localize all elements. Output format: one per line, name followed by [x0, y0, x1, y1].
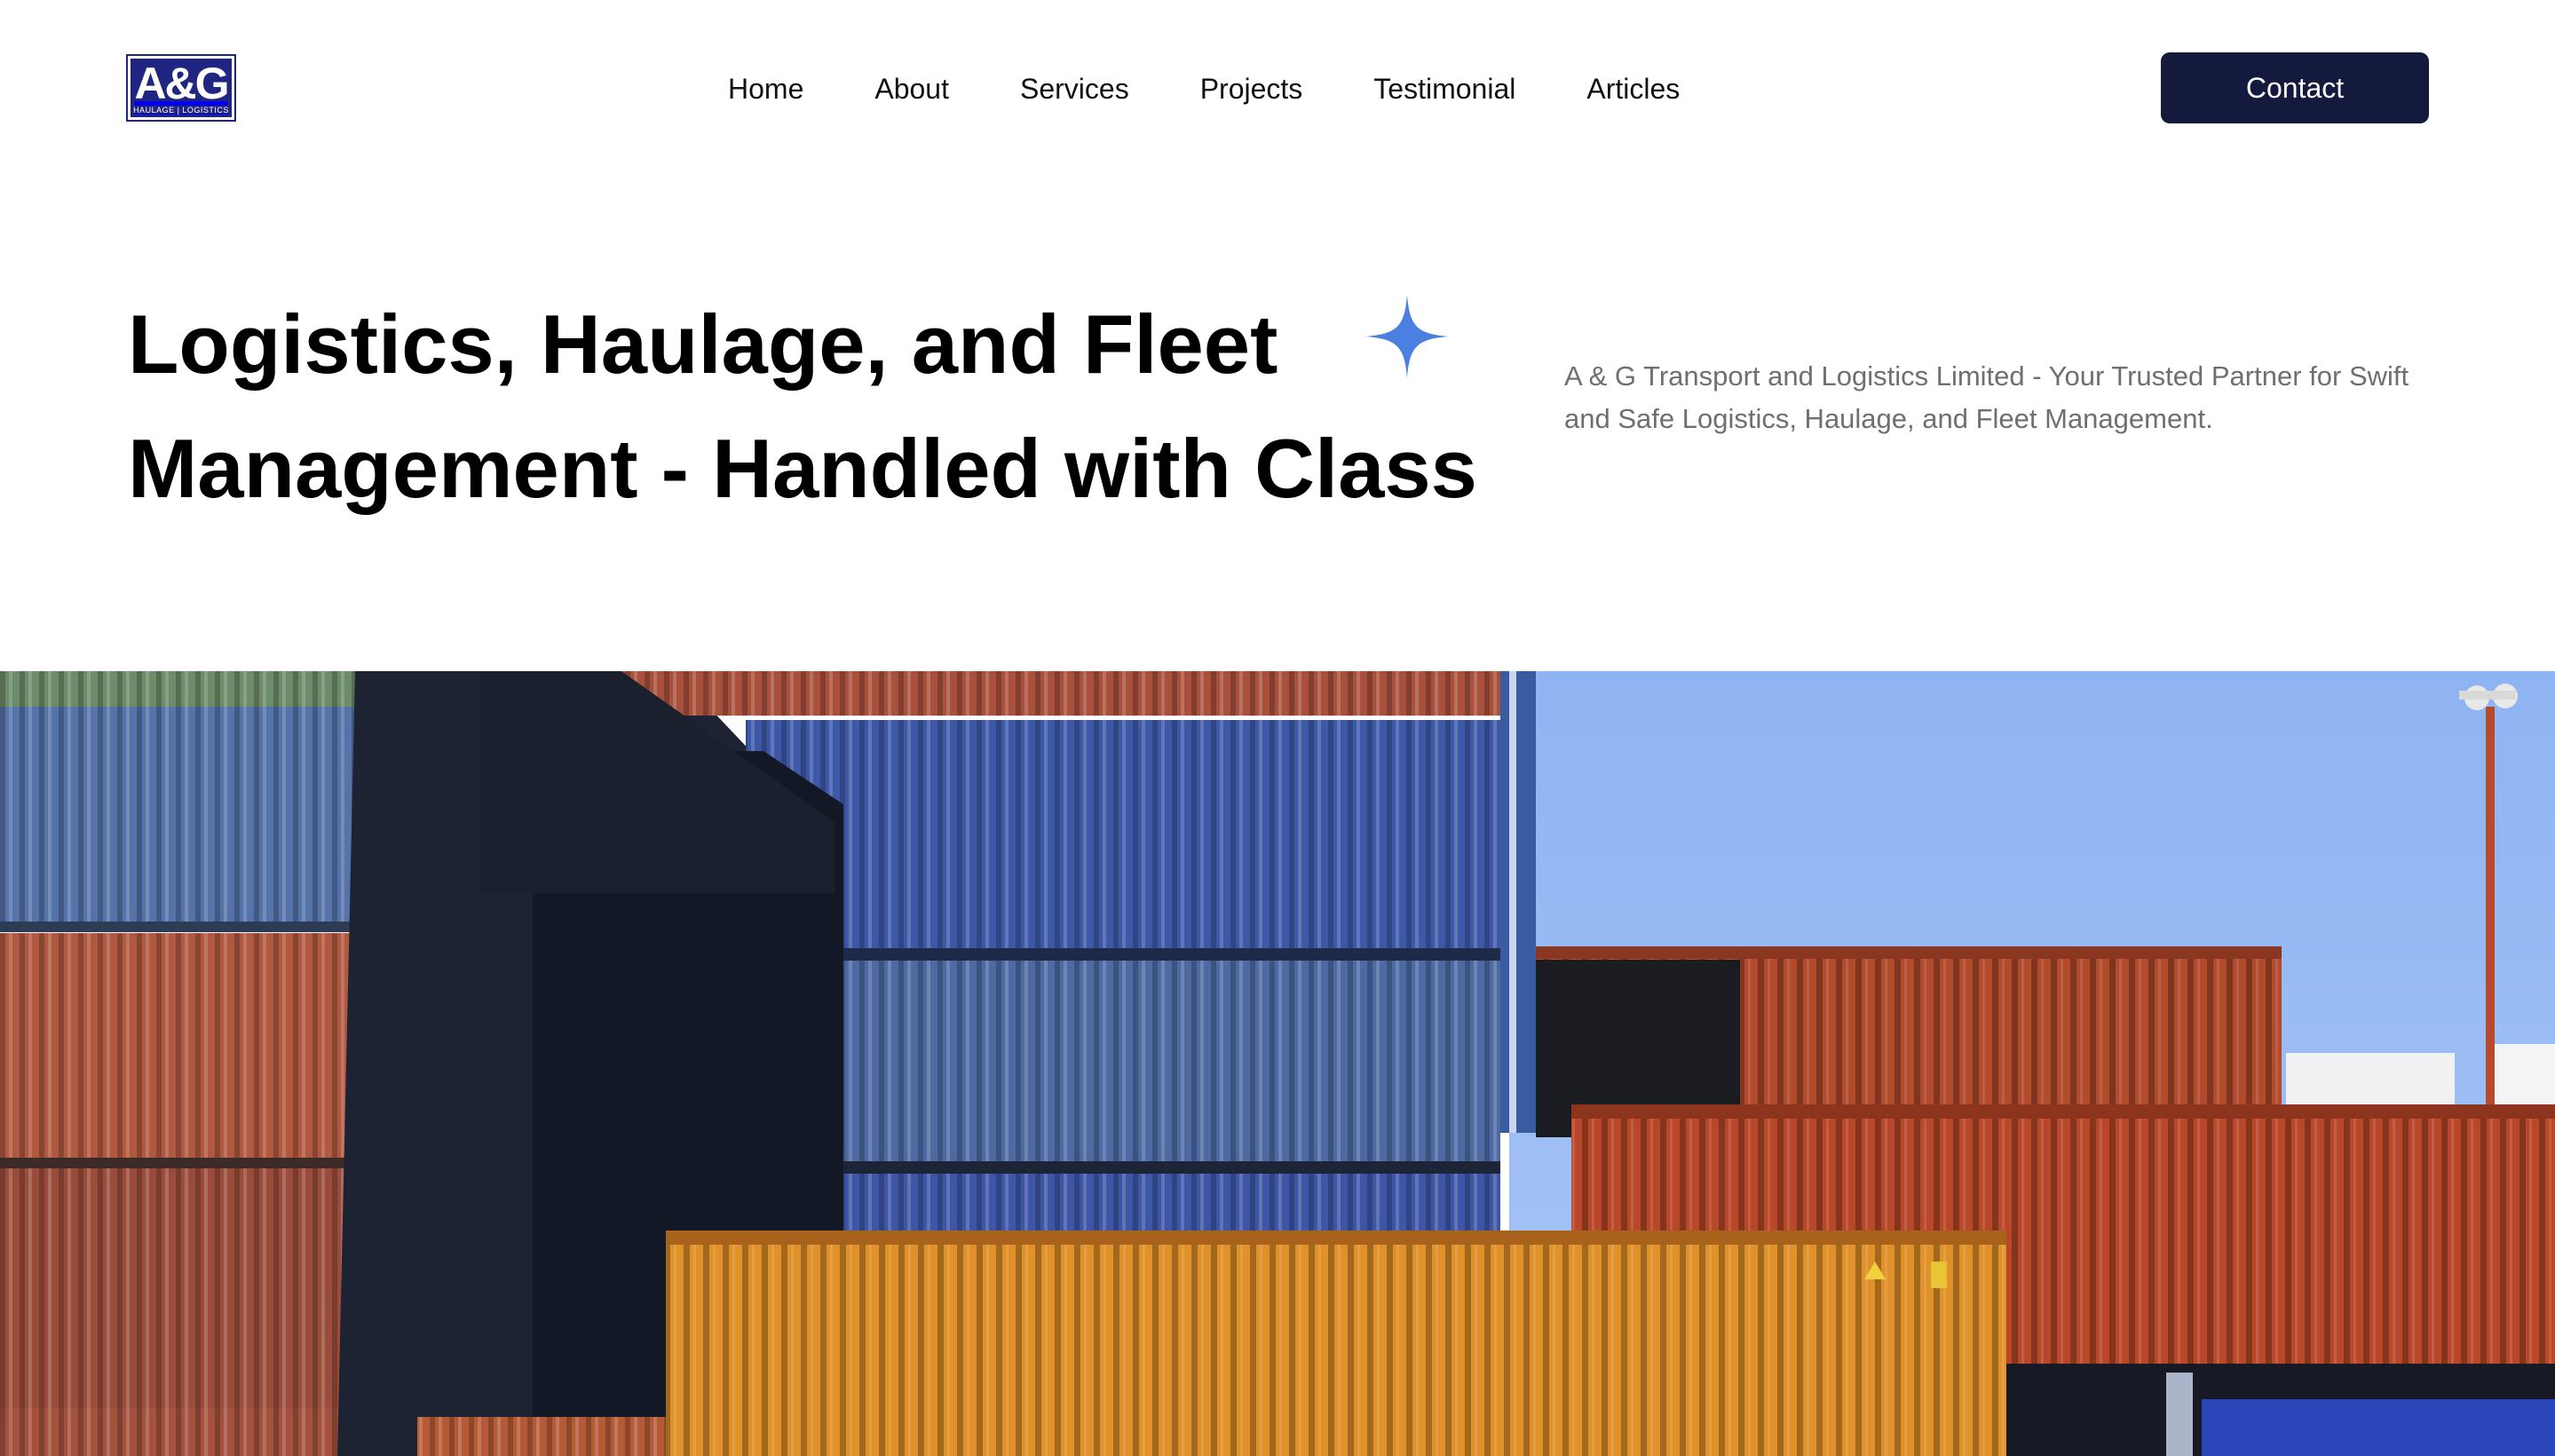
brand-logo[interactable]: A&G HAULAGE | LOGISTICS — [126, 54, 236, 122]
sparkle-icon — [1365, 295, 1449, 378]
contact-button[interactable]: Contact — [2161, 52, 2429, 123]
nav-item-articles[interactable]: Articles — [1586, 69, 1680, 108]
logo-mark: A&G — [134, 58, 229, 108]
hero-title-line-2: Management - Handled with Class — [128, 422, 1477, 515]
nav-item-about[interactable]: About — [874, 69, 949, 108]
nav-item-projects[interactable]: Projects — [1200, 69, 1303, 108]
hero-title-line-1: Logistics, Haulage, and Fleet — [128, 297, 1278, 391]
main-nav: Home About Services Projects Testimonial… — [728, 69, 1680, 108]
nav-item-testimonial[interactable]: Testimonial — [1373, 69, 1515, 108]
page: A&G HAULAGE | LOGISTICS Home About Servi… — [0, 0, 2555, 1456]
site-header: A&G HAULAGE | LOGISTICS Home About Servi… — [0, 0, 2555, 178]
shipping-containers-illustration — [0, 671, 2555, 1456]
logo-subtext: HAULAGE | LOGISTICS — [133, 105, 229, 115]
nav-item-home[interactable]: Home — [728, 69, 803, 108]
hero-subtitle: A & G Transport and Logistics Limited - … — [1564, 360, 2409, 434]
hero-title: Logistics, Haulage, and Fleet Management… — [128, 282, 1513, 531]
nav-item-services[interactable]: Services — [1020, 69, 1129, 108]
hero-image — [0, 671, 2555, 1456]
